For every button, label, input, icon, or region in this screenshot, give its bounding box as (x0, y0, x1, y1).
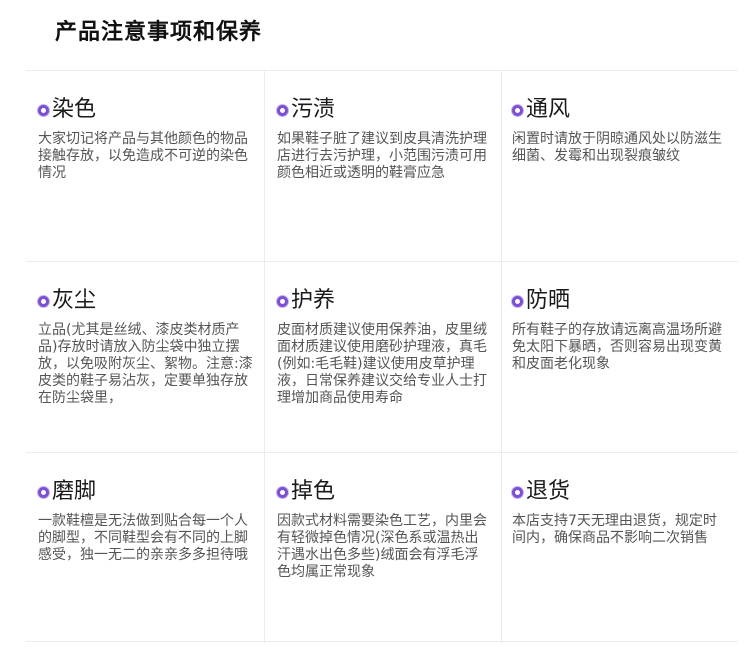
care-tips-grid: 染色 大家切记将产品与其他颜色的物品接触存放，以免造成不可逆的染色情况 污渍 如… (26, 70, 738, 643)
card-title: 退货 (526, 479, 571, 504)
bullet-dot-icon (38, 295, 49, 307)
card-description: 如果鞋子脏了建议到皮具清洗护理店进行去污护理，小范围污渍可用颜色相近或透明的鞋膏… (277, 131, 487, 181)
care-card-returns: 退货 本店支持7天无理由退货，规定时间内，确保商品不影响二次销售 (502, 453, 738, 643)
bullet-dot-icon (277, 295, 288, 307)
bullet-dot-icon (38, 486, 49, 498)
bullet-dot-icon (512, 486, 523, 498)
card-description: 立品(尤其是丝绒、漆皮类材质产品)存放时请放入防尘袋中独立摆放，以免吸附灰尘、絮… (38, 322, 253, 406)
care-card-sun-protection: 防晒 所有鞋子的存放请远离高温场所避免太阳下暴晒，否则容易出现变黄和皮面老化现象 (502, 262, 738, 453)
card-header: 掉色 (277, 477, 491, 507)
card-title: 通风 (526, 97, 571, 122)
page-title: 产品注意事项和保养 (55, 20, 263, 45)
card-description: 本店支持7天无理由退货，规定时间内，确保商品不影响二次销售 (512, 513, 717, 546)
bullet-dot-icon (277, 486, 288, 498)
card-title: 护养 (291, 288, 336, 313)
care-card-ventilation: 通风 闲置时请放于阴晾通风处以防滋生细菌、发霉和出现裂痕皱纹 (502, 71, 738, 262)
card-title: 灰尘 (52, 288, 97, 313)
card-header: 防晒 (512, 286, 728, 316)
card-header: 退货 (512, 477, 728, 507)
card-title: 防晒 (526, 288, 571, 313)
care-card-dyeing: 染色 大家切记将产品与其他颜色的物品接触存放，以免造成不可逆的染色情况 (26, 71, 265, 262)
card-description: 因款式材料需要染色工艺，内里会有轻微掉色情况(深色系或温热出汗遇水出色多些)绒面… (277, 513, 487, 580)
care-card-chafing: 磨脚 一款鞋檀是无法做到贴合每一个人的脚型，不同鞋型会有不同的上脚感受，独一无二… (26, 453, 265, 643)
card-description: 一款鞋檀是无法做到贴合每一个人的脚型，不同鞋型会有不同的上脚感受，独一无二的亲亲… (38, 513, 248, 563)
care-card-maintenance: 护养 皮面材质建议使用保养油，皮里绒面材质建议使用磨砂护理液，真毛(例如:毛毛鞋… (265, 262, 502, 453)
care-card-fading: 掉色 因款式材料需要染色工艺，内里会有轻微掉色情况(深色系或温热出汗遇水出色多些… (265, 453, 502, 643)
bullet-dot-icon (512, 104, 523, 116)
card-header: 灰尘 (38, 286, 254, 316)
card-title: 污渍 (291, 97, 336, 122)
card-header: 污渍 (277, 95, 491, 125)
card-header: 通风 (512, 95, 728, 125)
card-title: 染色 (52, 97, 97, 122)
card-description: 所有鞋子的存放请远离高温场所避免太阳下暴晒，否则容易出现变黄和皮面老化现象 (512, 322, 722, 372)
bullet-dot-icon (38, 104, 49, 116)
care-card-dust: 灰尘 立品(尤其是丝绒、漆皮类材质产品)存放时请放入防尘袋中独立摆放，以免吸附灰… (26, 262, 265, 453)
care-card-stains: 污渍 如果鞋子脏了建议到皮具清洗护理店进行去污护理，小范围污渍可用颜色相近或透明… (265, 71, 502, 262)
card-description: 皮面材质建议使用保养油，皮里绒面材质建议使用磨砂护理液，真毛(例如:毛毛鞋)建议… (277, 322, 487, 406)
card-title: 磨脚 (52, 479, 97, 504)
card-header: 染色 (38, 95, 254, 125)
card-description: 闲置时请放于阴晾通风处以防滋生细菌、发霉和出现裂痕皱纹 (512, 131, 722, 164)
bullet-dot-icon (277, 104, 288, 116)
card-description: 大家切记将产品与其他颜色的物品接触存放，以免造成不可逆的染色情况 (38, 131, 248, 181)
card-header: 护养 (277, 286, 491, 316)
card-title: 掉色 (291, 479, 336, 504)
bullet-dot-icon (512, 295, 523, 307)
card-header: 磨脚 (38, 477, 254, 507)
